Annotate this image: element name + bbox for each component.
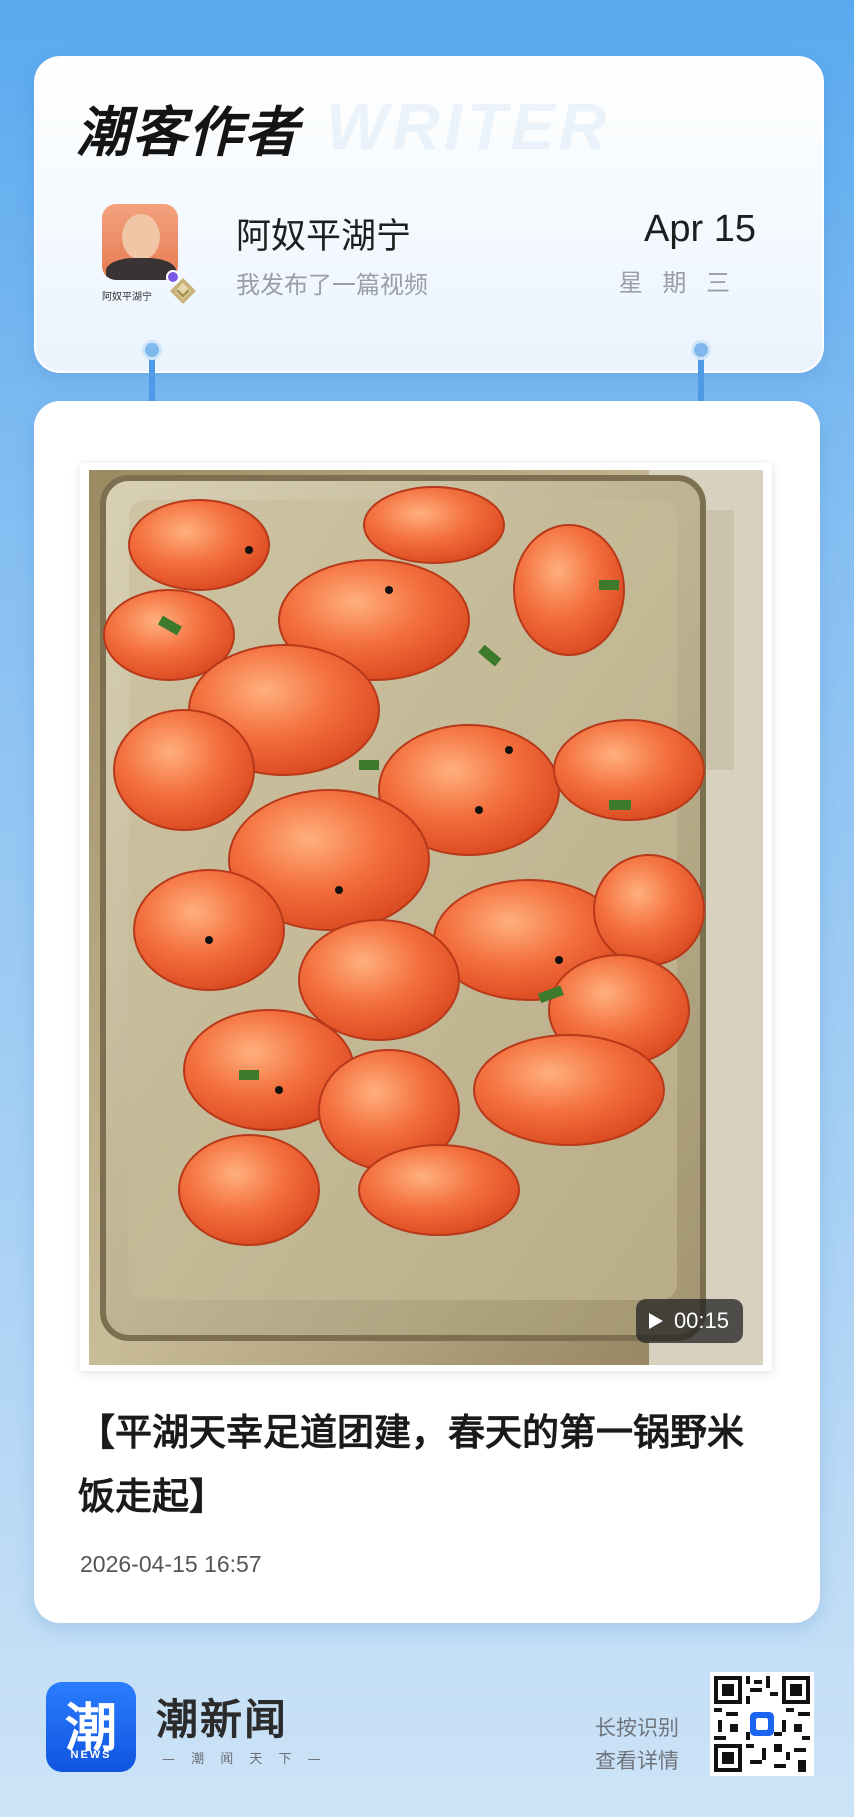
video-duration-badge[interactable]: 00:15 <box>635 1299 743 1343</box>
avatar-caption: 阿奴平湖宁 <box>102 292 152 303</box>
play-icon <box>648 1313 663 1329</box>
qr-code[interactable] <box>710 1672 814 1776</box>
qr-hint-line1: 长按识别 <box>595 1716 679 1740</box>
footer-slogan: — 潮 闻 天 下 — <box>162 1752 327 1767</box>
qr-code-icon <box>714 1676 810 1772</box>
video-thumbnail-frame[interactable]: 00:15 <box>80 463 772 1371</box>
post-date: Apr 15 <box>644 208 756 250</box>
author-avatar[interactable]: 阿奴平湖宁 <box>102 204 196 304</box>
author-subtitle: 我发布了一篇视频 <box>236 271 428 299</box>
author-name[interactable]: 阿奴平湖宁 <box>236 208 411 259</box>
video-thumbnail[interactable]: 00:15 <box>89 470 763 1365</box>
chaoxinwen-logo: 潮 NEWS <box>46 1682 136 1772</box>
post-timestamp: 2026-04-15 16:57 <box>80 1551 262 1577</box>
left-connector-top-dot <box>142 340 162 360</box>
brand-title: 潮客作者 <box>76 100 300 164</box>
footer-brand-name: 潮新闻 <box>156 1695 289 1744</box>
author-header-card: WRITER 潮客作者 阿奴平湖宁 阿奴平湖宁 我发布了一篇视频 Apr 15 … <box>34 56 824 373</box>
post-weekday: 星 期 三 <box>618 269 736 297</box>
video-duration: 00:15 <box>673 1308 729 1333</box>
post-card[interactable]: 00:15 【平湖天幸足道团建，春天的第一锅野米饭走起】 2026-04-15 … <box>34 401 820 1623</box>
qr-hint: 长按识别 查看详情 <box>595 1712 679 1778</box>
qr-hint-line2: 查看详情 <box>595 1749 679 1773</box>
avatar-photo <box>102 204 178 280</box>
post-title[interactable]: 【平湖天幸足道团建，春天的第一锅野米饭走起】 <box>78 1401 778 1529</box>
logo-caption: NEWS <box>70 1749 112 1761</box>
brand-watermark: WRITER <box>326 89 611 163</box>
shrimp-tray-image <box>89 470 763 1365</box>
diamond-level-icon <box>170 278 196 304</box>
right-connector-top-dot <box>691 340 711 360</box>
